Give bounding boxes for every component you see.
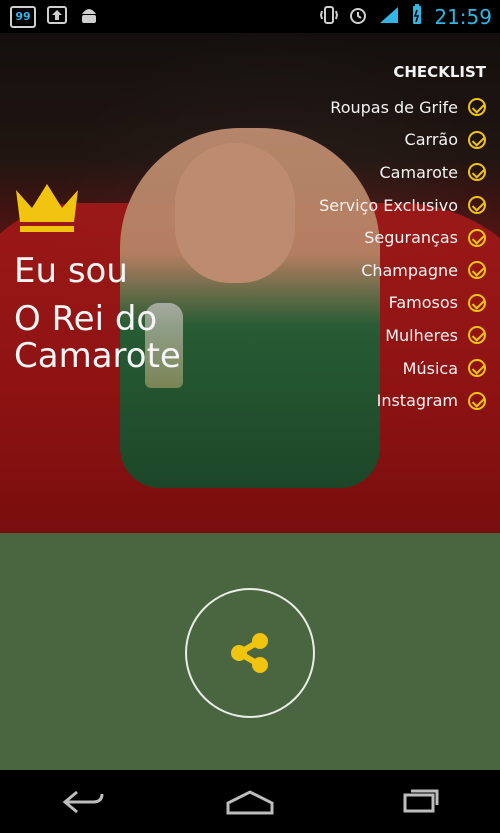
checklist-item: Camarote [256, 156, 486, 189]
check-circle-icon [468, 130, 486, 149]
check-circle-icon [468, 326, 486, 345]
check-circle-icon [468, 261, 486, 280]
check-circle-icon [468, 228, 486, 247]
check-circle-icon [468, 293, 486, 312]
signal-icon [378, 5, 400, 29]
back-button[interactable] [55, 784, 111, 820]
checklist-item: Música [256, 352, 486, 385]
crown-icon [12, 178, 82, 248]
check-circle-icon [468, 196, 486, 215]
back-icon [62, 790, 104, 813]
check-circle-icon [468, 98, 486, 117]
checklist-item-label: Mulheres [385, 325, 458, 345]
checklist-item-label: Música [402, 358, 458, 378]
check-circle-icon [468, 163, 486, 182]
upload-icon [46, 6, 68, 28]
checklist-item: Serviço Exclusivo [256, 189, 486, 222]
check-circle-icon [468, 359, 486, 378]
checklist-item: Carrão [256, 124, 486, 157]
status-clock: 21:59 [434, 5, 492, 29]
home-button[interactable] [222, 784, 278, 820]
checklist-title: CHECKLIST [393, 63, 486, 81]
checklist-item-label: Carrão [404, 130, 458, 150]
vibrate-icon [320, 4, 339, 30]
checklist-item-label: Seguranças [364, 228, 458, 248]
recents-icon [403, 789, 439, 812]
checklist: CHECKLIST Roupas de Grife Carrão Camarot… [256, 63, 486, 417]
battery-icon [410, 4, 424, 30]
checklist-item-label: Roupas de Grife [330, 97, 458, 117]
checklist-item: Mulheres [256, 319, 486, 352]
check-circle-icon [468, 391, 486, 410]
status-left: 99 [10, 6, 100, 28]
hero-title-line-1: Eu sou [14, 251, 128, 291]
checklist-item: Instagram [256, 384, 486, 417]
status-right: 21:59 [320, 4, 492, 30]
checklist-item: Famosos [256, 287, 486, 320]
home-icon [226, 789, 274, 814]
checklist-item-label: Instagram [376, 391, 458, 411]
checklist-item: Seguranças [256, 221, 486, 254]
share-icon [231, 633, 268, 673]
status-bar: 99 21:59 [0, 0, 500, 33]
notification-99-icon: 99 [10, 6, 36, 28]
checklist-item-label: Champagne [361, 260, 458, 280]
checklist-item-label: Camarote [379, 162, 459, 182]
android-icon [78, 6, 100, 28]
alarm-icon [348, 5, 368, 29]
navigation-bar [0, 770, 500, 833]
hero-title-line-2: O Rei do Camarote [14, 299, 181, 377]
checklist-item-label: Serviço Exclusivo [319, 195, 458, 215]
checklist-item: Roupas de Grife [256, 91, 486, 124]
hero-banner: Eu sou O Rei do Camarote CHECKLIST Roupa… [0, 33, 500, 533]
recents-button[interactable] [389, 784, 445, 820]
share-button[interactable] [187, 590, 313, 716]
checklist-item: Champagne [256, 254, 486, 287]
checklist-item-label: Famosos [388, 293, 458, 313]
